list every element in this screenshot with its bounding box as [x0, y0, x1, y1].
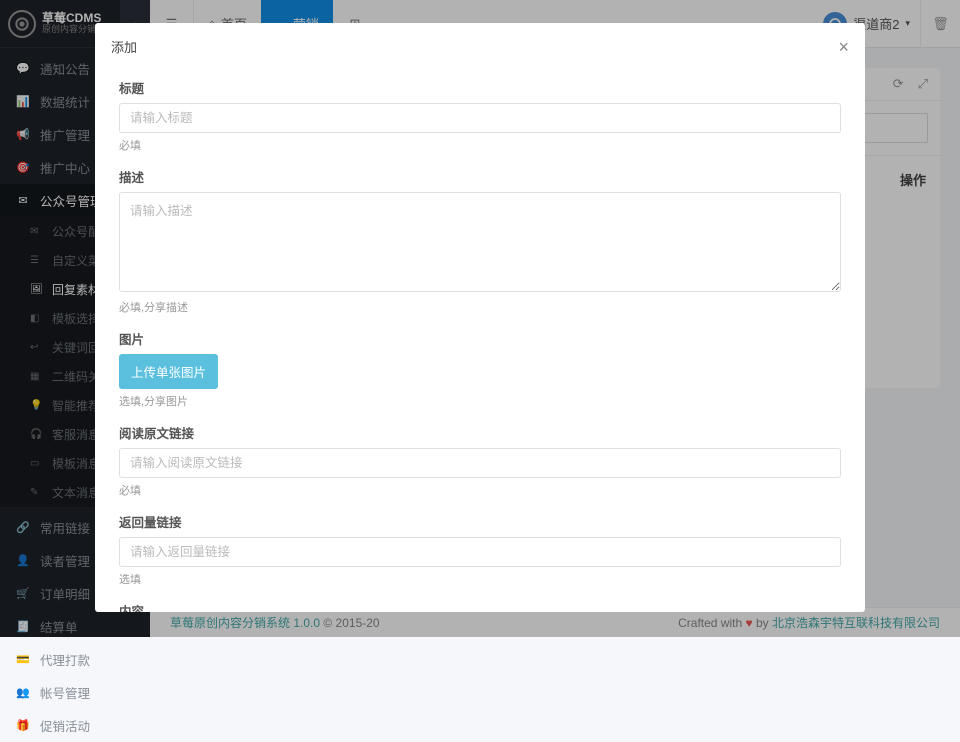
account-icon: 👥 — [16, 686, 30, 699]
readlink-label: 阅读原文链接 — [119, 423, 841, 442]
title-hint: 必填 — [119, 137, 841, 153]
desc-input[interactable] — [119, 192, 841, 292]
image-hint: 选填,分享图片 — [119, 393, 841, 409]
nav-agent-pay[interactable]: 💳代理打款 — [0, 643, 150, 676]
readlink-input[interactable] — [119, 448, 841, 478]
gift-icon: 🎁 — [16, 719, 30, 732]
close-button[interactable]: × — [838, 38, 849, 56]
image-label: 图片 — [119, 329, 841, 348]
nav-account[interactable]: 👥帐号管理 — [0, 676, 150, 709]
backlink-label: 返回量链接 — [119, 512, 841, 531]
desc-label: 描述 — [119, 167, 841, 186]
title-input[interactable] — [119, 103, 841, 133]
nav-promo-activity[interactable]: 🎁促销活动 — [0, 709, 150, 742]
title-label: 标题 — [119, 78, 841, 97]
upload-button[interactable]: 上传单张图片 — [119, 354, 218, 389]
backlink-input[interactable] — [119, 537, 841, 567]
pay-icon: 💳 — [16, 653, 30, 666]
desc-hint: 必填,分享描述 — [119, 299, 841, 315]
modal-title: 添加 — [111, 37, 137, 56]
backlink-hint: 选填 — [119, 571, 841, 587]
add-modal: 添加 × 标题 必填 描述 必填,分享描述 图片 上传单张图片 选填,分享图片 … — [95, 23, 865, 612]
content-label: 内容 — [119, 601, 841, 612]
readlink-hint: 必填 — [119, 482, 841, 498]
